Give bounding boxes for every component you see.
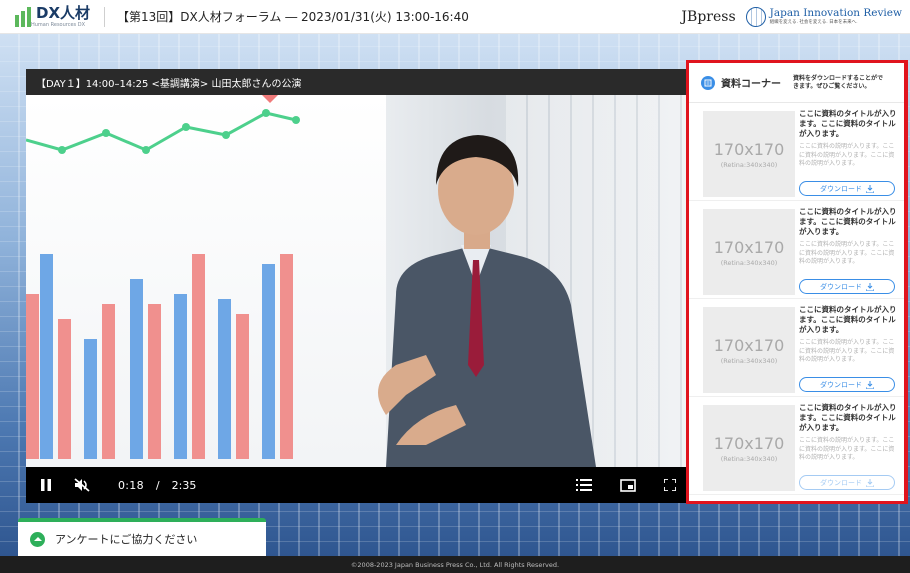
resource-item-description: ここに資料の説明が入ります。ここに資料の説明が入ります。ここに資料の説明が入りま… bbox=[799, 339, 895, 364]
thumbnail-retina: (Retina:340x340) bbox=[720, 160, 778, 169]
download-icon bbox=[866, 380, 874, 389]
survey-bar[interactable]: アンケートにご協力ください bbox=[18, 518, 266, 556]
miniplayer-button[interactable] bbox=[620, 478, 636, 492]
miniplayer-icon bbox=[620, 478, 636, 492]
session-title: 【DAY１】14:00–14:25 <基調講演> 山田太郎さんの公演 bbox=[26, 69, 686, 95]
player-controls: 0:18 / 2:35 bbox=[26, 467, 686, 503]
dx-jinzai-logo[interactable]: DX人材 Human Resources DX bbox=[15, 3, 91, 28]
thumbnail-retina: (Retina:340x340) bbox=[720, 258, 778, 267]
download-label: ダウンロード bbox=[820, 282, 862, 291]
current-time: 0:18 bbox=[118, 478, 144, 492]
resource-title: 資料コーナー bbox=[721, 79, 781, 90]
document-icon bbox=[701, 75, 715, 90]
jir-logo[interactable]: Japan Innovation Review 組織を変える. 社会を変える. … bbox=[769, 6, 902, 25]
footer: ©2008-2023 Japan Business Press Co., Ltd… bbox=[0, 556, 910, 573]
fullscreen-icon bbox=[664, 479, 676, 491]
resource-item-title: ここに資料のタイトルが入ります。ここに資料のタイトルが入ります。 bbox=[799, 207, 897, 237]
time-separator: / bbox=[155, 478, 160, 492]
resource-thumbnail[interactable]: 170x170 (Retina:340x340) bbox=[703, 405, 795, 491]
resource-header: 資料コーナー 資料をダウンロードすることができます。ぜひご覧ください。 bbox=[689, 63, 904, 103]
thumbnail-size: 170x170 bbox=[713, 237, 785, 257]
jir-logo-tagline: 組織を変える. 社会を変える. 日本を未来へ. bbox=[769, 20, 858, 25]
download-button[interactable]: ダウンロード bbox=[799, 181, 895, 196]
download-button[interactable]: ダウンロード bbox=[799, 377, 895, 392]
resource-item-description: ここに資料の説明が入ります。ここに資料の説明が入ります。ここに資料の説明が入りま… bbox=[799, 437, 895, 462]
header-divider bbox=[104, 6, 106, 27]
resource-thumbnail[interactable]: 170x170 (Retina:340x340) bbox=[703, 111, 795, 197]
jbpress-logo[interactable]: JBpress bbox=[681, 9, 735, 25]
pause-icon bbox=[41, 479, 51, 491]
survey-label: アンケートにご協力ください bbox=[55, 533, 198, 546]
thumbnail-retina: (Retina:340x340) bbox=[720, 454, 778, 463]
event-title: 【第13回】DX人材フォーラム ― 2023/01/31(火) 13:00-16… bbox=[117, 10, 469, 24]
download-icon bbox=[866, 184, 874, 193]
resource-thumbnail[interactable]: 170x170 (Retina:340x340) bbox=[703, 307, 795, 393]
download-icon bbox=[866, 282, 874, 291]
download-label: ダウンロード bbox=[820, 380, 862, 389]
resource-thumbnail[interactable]: 170x170 (Retina:340x340) bbox=[703, 209, 795, 295]
list-icon bbox=[576, 479, 592, 491]
logo-text: DX人材 bbox=[36, 3, 91, 22]
mute-button[interactable] bbox=[74, 478, 90, 492]
resource-item-description: ここに資料の説明が入ります。ここに資料の説明が入ります。ここに資料の説明が入りま… bbox=[799, 143, 895, 168]
resource-note: 資料をダウンロードすることができます。ぜひご覧ください。 bbox=[793, 74, 884, 90]
pause-button[interactable] bbox=[40, 478, 52, 492]
resource-item-title: ここに資料のタイトルが入ります。ここに資料のタイトルが入ります。 bbox=[799, 403, 897, 433]
presenter-figure bbox=[378, 135, 596, 467]
download-button[interactable]: ダウンロード bbox=[799, 279, 895, 294]
logo-mark bbox=[15, 6, 31, 27]
resource-corner: 資料コーナー 資料をダウンロードすることができます。ぜひご覧ください。 170x… bbox=[686, 60, 908, 504]
volume-muted-icon bbox=[74, 478, 90, 492]
fullscreen-button[interactable] bbox=[664, 479, 676, 491]
globe-icon bbox=[745, 6, 766, 27]
resource-item: 170x170 (Retina:340x340) ここに資料のタイトルが入ります… bbox=[689, 397, 904, 495]
resource-item: 170x170 (Retina:340x340) ここに資料のタイトルが入ります… bbox=[689, 201, 904, 299]
download-icon bbox=[866, 478, 874, 487]
thumbnail-size: 170x170 bbox=[713, 139, 785, 159]
video-player[interactable]: 【DAY１】14:00–14:25 <基調講演> 山田太郎さんの公演 0:18 … bbox=[26, 69, 686, 503]
resource-item: 170x170 (Retina:340x340) ここに資料のタイトルが入ります… bbox=[689, 103, 904, 201]
thumbnail-retina: (Retina:340x340) bbox=[720, 356, 778, 365]
resource-item-title: ここに資料のタイトルが入ります。ここに資料のタイトルが入ります。 bbox=[799, 305, 897, 335]
site-header: DX人材 Human Resources DX 【第13回】DX人材フォーラム … bbox=[0, 0, 910, 34]
thumbnail-size: 170x170 bbox=[713, 433, 785, 453]
resource-item-title: ここに資料のタイトルが入ります。ここに資料のタイトルが入ります。 bbox=[799, 109, 897, 139]
download-label: ダウンロード bbox=[820, 478, 862, 487]
chevron-up-icon bbox=[30, 531, 45, 547]
download-label: ダウンロード bbox=[820, 184, 862, 193]
jir-logo-text: Japan Innovation Review bbox=[769, 6, 902, 19]
logo-subtext: Human Resources DX bbox=[31, 21, 86, 28]
video-frame[interactable] bbox=[26, 95, 686, 467]
duration: 2:35 bbox=[171, 478, 197, 492]
resource-item-description: ここに資料の説明が入ります。ここに資料の説明が入ります。ここに資料の説明が入りま… bbox=[799, 241, 895, 266]
partner-logos: JBpress Japan Innovation Review 組織を変える. … bbox=[681, 6, 902, 27]
chapters-button[interactable] bbox=[576, 479, 592, 491]
download-button[interactable]: ダウンロード bbox=[799, 475, 895, 490]
resource-item: 170x170 (Retina:340x340) ここに資料のタイトルが入ります… bbox=[689, 299, 904, 397]
copyright-text: ©2008-2023 Japan Business Press Co., Ltd… bbox=[350, 560, 560, 569]
thumbnail-size: 170x170 bbox=[713, 335, 785, 355]
